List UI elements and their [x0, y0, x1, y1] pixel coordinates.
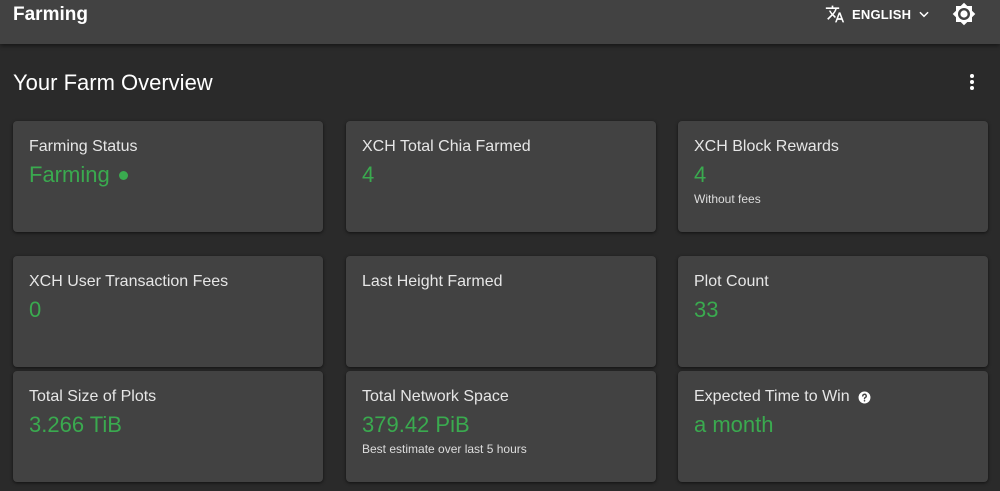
card-total-network-space: Total Network Space 379.42 PiB Best esti…: [346, 371, 656, 482]
app-title: Farming: [13, 4, 88, 25]
card-title: Farming Status: [29, 138, 138, 155]
language-selector[interactable]: ENGLISH: [824, 3, 931, 25]
card-title: XCH Block Rewards: [694, 138, 839, 155]
card-total-chia-farmed: XCH Total Chia Farmed 4: [346, 121, 656, 232]
translate-icon: [825, 5, 845, 23]
card-plot-count: Plot Count 33: [678, 256, 988, 367]
card-value: 0: [29, 297, 42, 322]
card-title: Expected Time to Win: [694, 387, 972, 407]
page-title: Your Farm Overview: [13, 70, 213, 95]
brightness-icon[interactable]: [952, 2, 976, 26]
status-dot-icon: [118, 170, 128, 180]
card-expected-time-to-win: Expected Time to Win a month: [678, 371, 988, 482]
card-value: 379.42 PiB: [362, 412, 470, 437]
card-last-height-farmed: Last Height Farmed: [346, 256, 656, 367]
card-title: Last Height Farmed: [362, 273, 503, 290]
card-title: XCH User Transaction Fees: [29, 273, 229, 290]
card-subtitle: Without fees: [694, 192, 761, 206]
card-subtitle: Best estimate over last 5 hours: [362, 442, 527, 456]
help-icon[interactable]: [858, 391, 871, 404]
card-user-transaction-fees: XCH User Transaction Fees 0: [13, 256, 323, 367]
card-value: 4: [362, 162, 375, 187]
card-value: 3.266 TiB: [29, 412, 122, 437]
language-label: ENGLISH: [852, 6, 912, 22]
farming-status-value: Farming: [29, 162, 110, 187]
card-title: Plot Count: [694, 273, 769, 290]
card-farming-status: Farming Status Farming: [13, 121, 323, 232]
card-title: Total Network Space: [362, 388, 509, 405]
app-bar: Farming ENGLISH: [0, 0, 1000, 44]
card-value: Farming: [29, 162, 307, 188]
card-value: 33: [694, 297, 719, 322]
chevron-down-icon: [919, 11, 929, 18]
card-value: a month: [694, 412, 774, 437]
card-value: 4: [694, 162, 707, 187]
more-vert-icon[interactable]: [962, 72, 982, 92]
card-total-size-of-plots: Total Size of Plots 3.266 TiB: [13, 371, 323, 482]
card-title-text: Expected Time to Win: [694, 388, 850, 405]
card-title: Total Size of Plots: [29, 388, 157, 405]
card-title: XCH Total Chia Farmed: [362, 138, 531, 155]
card-block-rewards: XCH Block Rewards 4 Without fees: [678, 121, 988, 232]
